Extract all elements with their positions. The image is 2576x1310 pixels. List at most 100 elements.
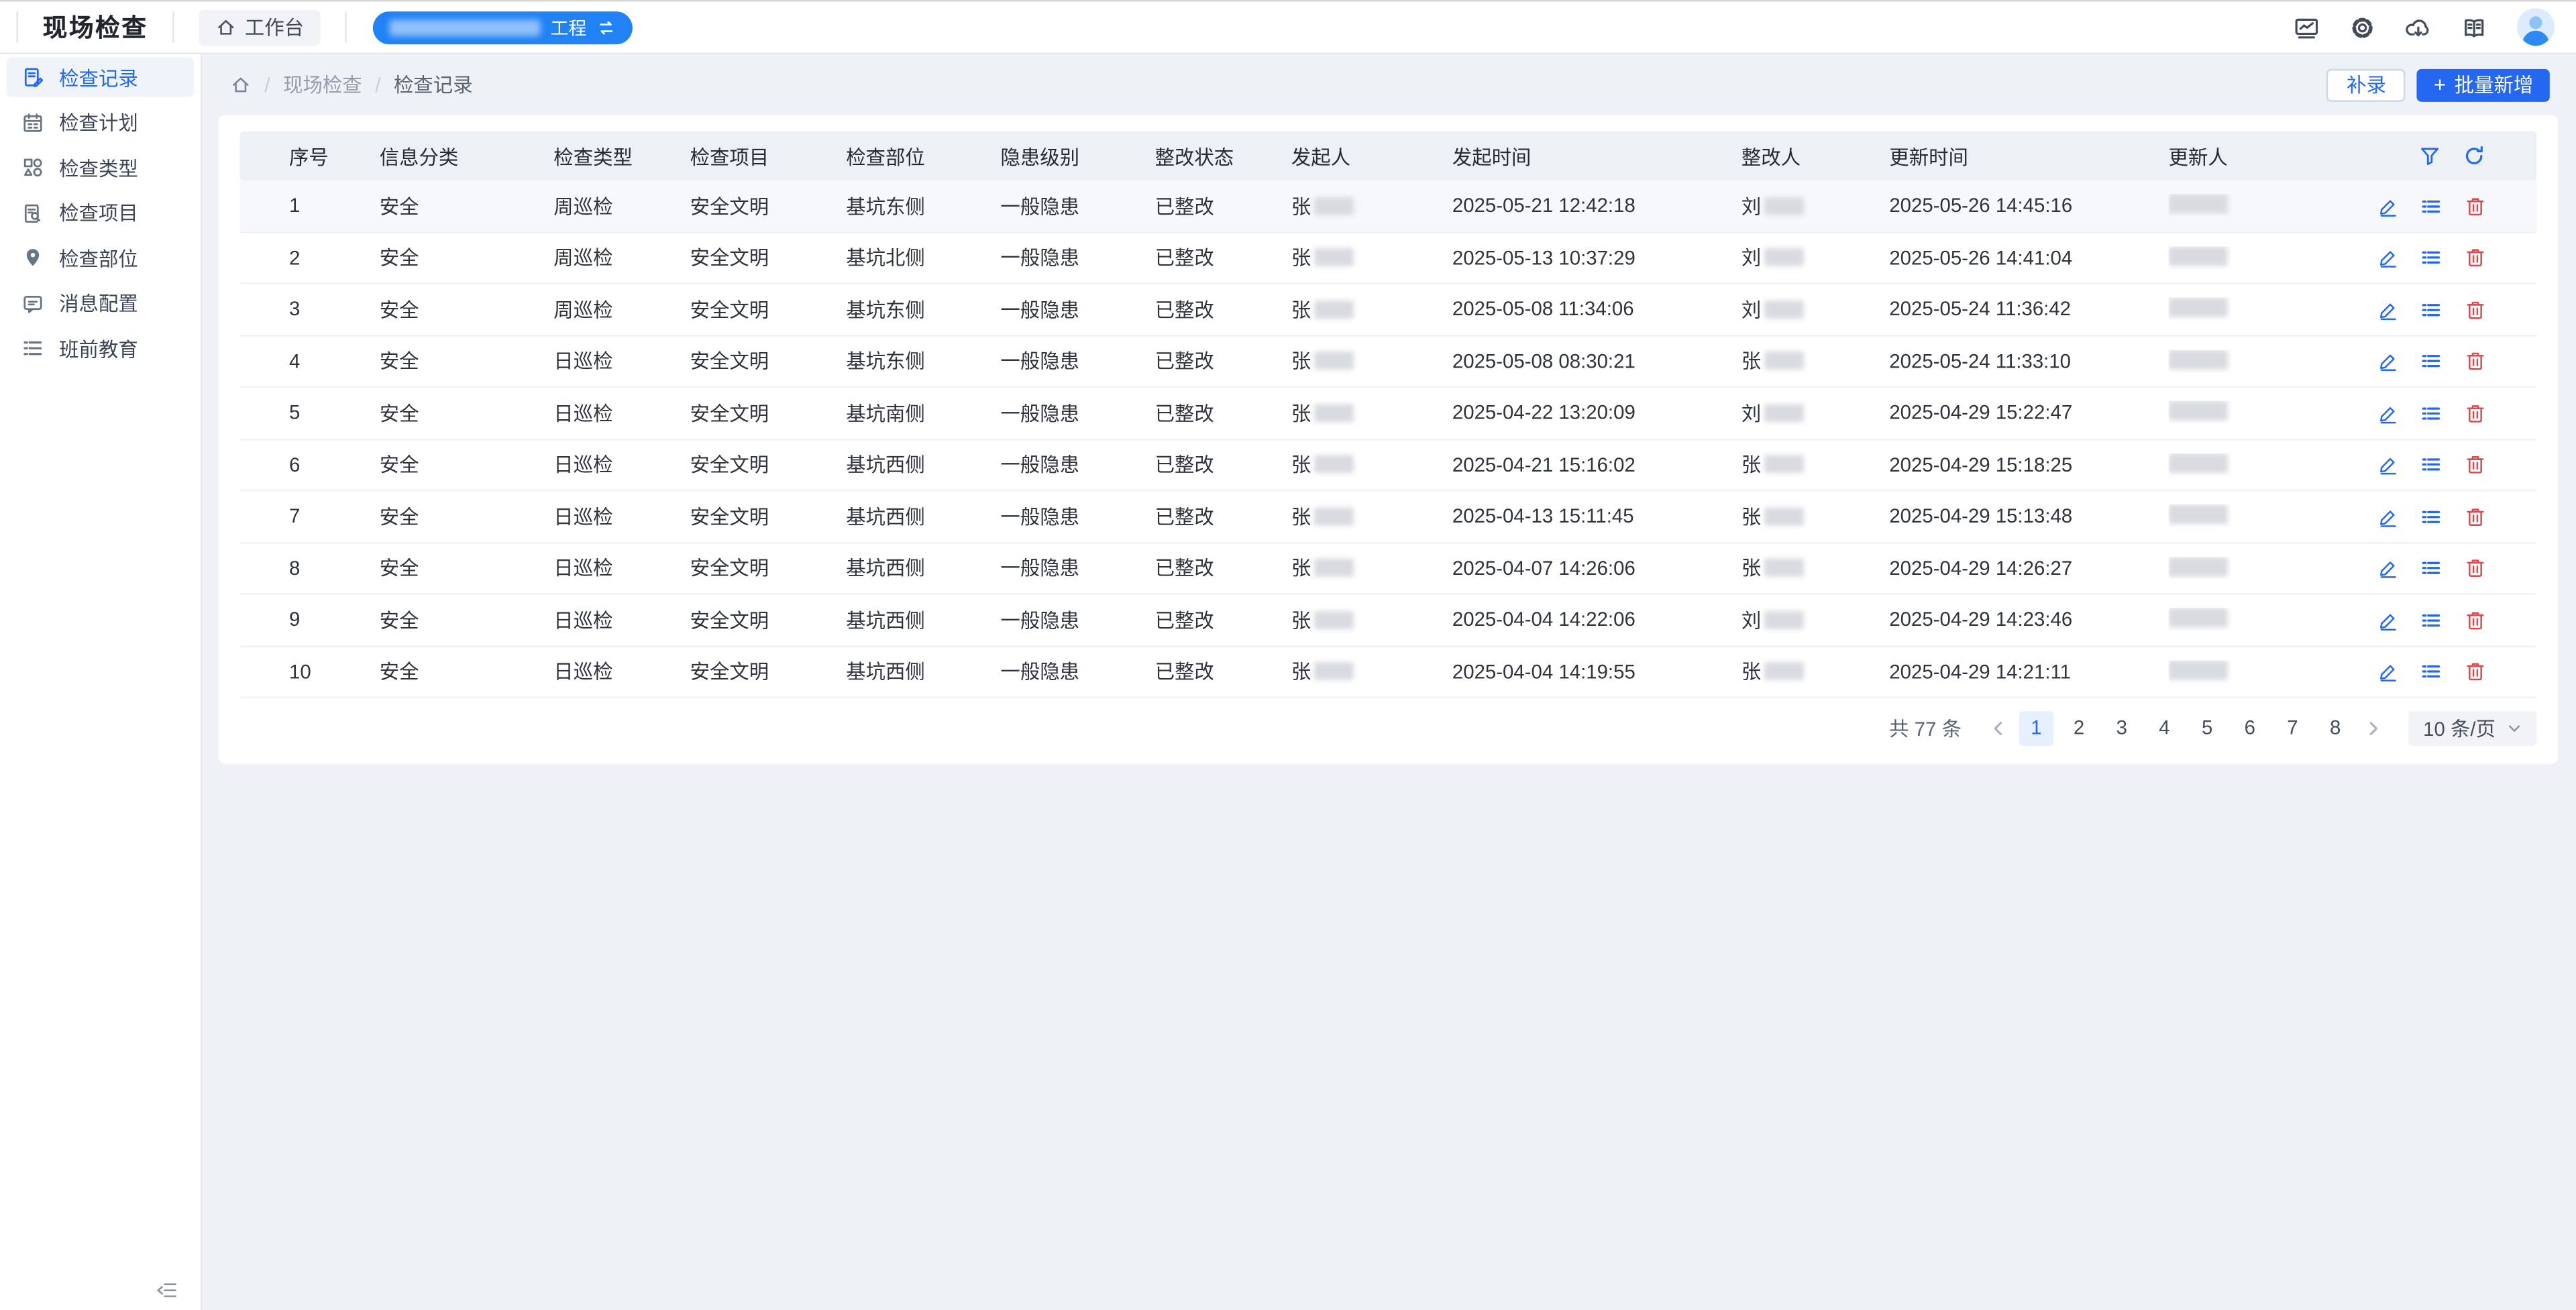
- edit-button[interactable]: [2376, 505, 2398, 527]
- edit-button[interactable]: [2376, 453, 2398, 476]
- page-button-2[interactable]: 2: [2061, 710, 2096, 745]
- detail-list-icon: [2420, 350, 2442, 372]
- delete-button[interactable]: [2463, 246, 2485, 268]
- home-icon[interactable]: [230, 74, 252, 95]
- initiator-visible-text: 张: [1291, 298, 1311, 321]
- page-button-6[interactable]: 6: [2233, 710, 2267, 745]
- cell-check_item: 安全文明: [690, 657, 847, 686]
- edit-button[interactable]: [2376, 350, 2398, 372]
- edit-icon: [2376, 402, 2398, 424]
- detail-button[interactable]: [2420, 660, 2442, 682]
- cell-update_time: 2025-05-24 11:33:10: [1889, 349, 2168, 372]
- page-size-select[interactable]: 10 条/页: [2408, 710, 2536, 745]
- column-header-initiator: 发起人: [1291, 142, 1452, 170]
- rectifier-visible-text: 刘: [1741, 609, 1761, 632]
- page-button-8[interactable]: 8: [2318, 710, 2352, 745]
- filter-button[interactable]: [2418, 145, 2441, 168]
- cell-check_item: 安全文明: [690, 398, 847, 427]
- table-row[interactable]: 2安全周巡检安全文明基坑北侧一般隐患已整改张2025-05-13 10:37:2…: [240, 233, 2537, 284]
- table-row[interactable]: 10安全日巡检安全文明基坑西侧一般隐患已整改张2025-04-04 14:19:…: [240, 647, 2537, 698]
- gear-button[interactable]: [2349, 14, 2375, 40]
- detail-button[interactable]: [2420, 557, 2442, 579]
- edit-button[interactable]: [2376, 298, 2398, 320]
- delete-button[interactable]: [2463, 402, 2485, 424]
- sidebar-item[interactable]: 检查部位: [7, 238, 194, 278]
- page-button-3[interactable]: 3: [2104, 710, 2139, 745]
- redacted-name: [1314, 610, 1354, 629]
- detail-button[interactable]: [2420, 298, 2442, 320]
- table-row[interactable]: 1安全周巡检安全文明基坑东侧一般隐患已整改张2025-05-21 12:42:1…: [240, 180, 2537, 232]
- supplement-button[interactable]: 补录: [2327, 68, 2406, 101]
- project-switcher-button[interactable]: 工程: [373, 11, 633, 44]
- table-row[interactable]: 4安全日巡检安全文明基坑东侧一般隐患已整改张2025-05-08 08:30:2…: [240, 336, 2537, 388]
- table-row[interactable]: 8安全日巡检安全文明基坑西侧一般隐患已整改张2025-04-07 14:26:0…: [240, 543, 2537, 594]
- redacted-name: [1764, 663, 1804, 681]
- delete-icon: [2463, 453, 2485, 476]
- cell-seq: 7: [289, 504, 380, 527]
- page-button-7[interactable]: 7: [2275, 710, 2310, 745]
- records-card: 序号信息分类检查类型检查项目检查部位隐患级别整改状态发起人发起时间整改人更新时间…: [219, 115, 2558, 763]
- rectifier-visible-text: 张: [1741, 506, 1761, 529]
- workbench-button[interactable]: 工作台: [199, 9, 320, 45]
- detail-button[interactable]: [2420, 350, 2442, 372]
- delete-button[interactable]: [2463, 608, 2485, 631]
- collapse-sidebar-button[interactable]: [156, 1279, 178, 1301]
- edit-button[interactable]: [2376, 246, 2398, 268]
- column-header-status: 整改状态: [1155, 142, 1291, 170]
- sidebar-item[interactable]: 消息配置: [7, 283, 194, 323]
- table-row[interactable]: 7安全日巡检安全文明基坑西侧一般隐患已整改张2025-04-13 15:11:4…: [240, 491, 2537, 543]
- cell-status: 已整改: [1155, 398, 1291, 427]
- cell-rectifier: 张: [1741, 347, 1889, 375]
- prev-page-button[interactable]: [1986, 718, 2011, 736]
- redacted-name: [2169, 349, 2228, 369]
- detail-button[interactable]: [2420, 246, 2442, 268]
- redacted-name: [2169, 298, 2228, 317]
- table-row[interactable]: 3安全周巡检安全文明基坑东侧一般隐患已整改张2025-05-08 11:34:0…: [240, 284, 2537, 336]
- detail-button[interactable]: [2420, 608, 2442, 631]
- delete-button[interactable]: [2463, 298, 2485, 320]
- book-button[interactable]: [2461, 14, 2487, 40]
- breadcrumb-item[interactable]: 现场检查: [283, 70, 362, 99]
- sidebar-item[interactable]: 检查类型: [7, 148, 194, 187]
- table-row[interactable]: 9安全日巡检安全文明基坑西侧一般隐患已整改张2025-04-04 14:22:0…: [240, 595, 2537, 647]
- detail-button[interactable]: [2420, 453, 2442, 476]
- redacted-name: [2169, 557, 2228, 576]
- cell-check_part: 基坑西侧: [846, 502, 1000, 531]
- edit-button[interactable]: [2376, 608, 2398, 631]
- table-row[interactable]: 6安全日巡检安全文明基坑西侧一般隐患已整改张2025-04-21 15:16:0…: [240, 439, 2537, 491]
- edit-button[interactable]: [2376, 195, 2398, 217]
- delete-button[interactable]: [2463, 557, 2485, 579]
- cell-initiator: 张: [1291, 295, 1452, 323]
- edit-button[interactable]: [2376, 660, 2398, 682]
- redacted-name: [1764, 301, 1804, 319]
- cloud-download-button[interactable]: [2405, 14, 2431, 40]
- detail-button[interactable]: [2420, 402, 2442, 424]
- monitor-button[interactable]: [2294, 14, 2320, 40]
- delete-button[interactable]: [2463, 195, 2485, 217]
- refresh-button[interactable]: [2463, 145, 2485, 168]
- sidebar-item[interactable]: 检查项目: [7, 193, 194, 233]
- sidebar-item[interactable]: 检查记录: [7, 58, 194, 97]
- edit-button[interactable]: [2376, 402, 2398, 424]
- edit-button[interactable]: [2376, 557, 2398, 579]
- page-button-5[interactable]: 5: [2190, 710, 2224, 745]
- chevron-left-icon: [1990, 718, 2008, 736]
- delete-button[interactable]: [2463, 660, 2485, 682]
- delete-button[interactable]: [2463, 350, 2485, 372]
- cell-status: 已整改: [1155, 657, 1291, 686]
- next-page-button[interactable]: [2361, 718, 2385, 736]
- page-button-1[interactable]: 1: [2019, 710, 2053, 745]
- table-row[interactable]: 5安全日巡检安全文明基坑南侧一般隐患已整改张2025-04-22 13:20:0…: [240, 388, 2537, 439]
- batch-add-button[interactable]: + 批量新增: [2417, 68, 2549, 101]
- cell-category: 安全: [380, 554, 554, 582]
- detail-button[interactable]: [2420, 505, 2442, 527]
- initiator-visible-text: 张: [1291, 609, 1311, 632]
- detail-button[interactable]: [2420, 195, 2442, 217]
- sidebar-item[interactable]: 检查计划: [7, 103, 194, 142]
- sidebar-item[interactable]: 班前教育: [7, 329, 194, 368]
- user-avatar[interactable]: [2517, 8, 2555, 46]
- page-button-4[interactable]: 4: [2147, 710, 2182, 745]
- delete-button[interactable]: [2463, 453, 2485, 476]
- delete-button[interactable]: [2463, 505, 2485, 527]
- cell-update_time: 2025-04-29 14:21:11: [1889, 660, 2168, 683]
